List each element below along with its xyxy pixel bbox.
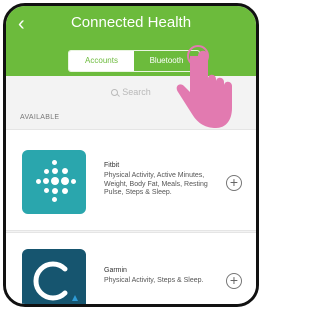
section-title: AVAILABLE	[20, 114, 60, 121]
page-title: Connected Health	[70, 14, 192, 31]
phone-frame: ‹ Connected Health Accounts Bluetooth Se…	[3, 3, 259, 307]
app-item-fitbit[interactable]: Fitbit Physical Activity, Active Minutes…	[6, 129, 256, 231]
add-fitbit-button[interactable]: +	[226, 175, 242, 191]
pointer-hand-icon	[176, 45, 232, 128]
app-item-garmin[interactable]: Garmin Physical Activity, Steps & Sleep.…	[6, 232, 256, 304]
app-name: Fitbit	[104, 162, 120, 169]
app-name: Garmin	[104, 267, 127, 274]
app-description: Physical Activity, Active Minutes, Weigh…	[104, 172, 208, 196]
garmin-connect-logo-icon	[22, 249, 86, 304]
tab-accounts[interactable]: Accounts	[69, 51, 134, 71]
search-placeholder: Search	[122, 87, 151, 97]
add-garmin-button[interactable]: +	[226, 273, 242, 289]
app-description: Physical Activity, Steps & Sleep.	[104, 277, 204, 284]
search-icon	[111, 88, 119, 96]
fitbit-logo-icon	[22, 150, 86, 214]
